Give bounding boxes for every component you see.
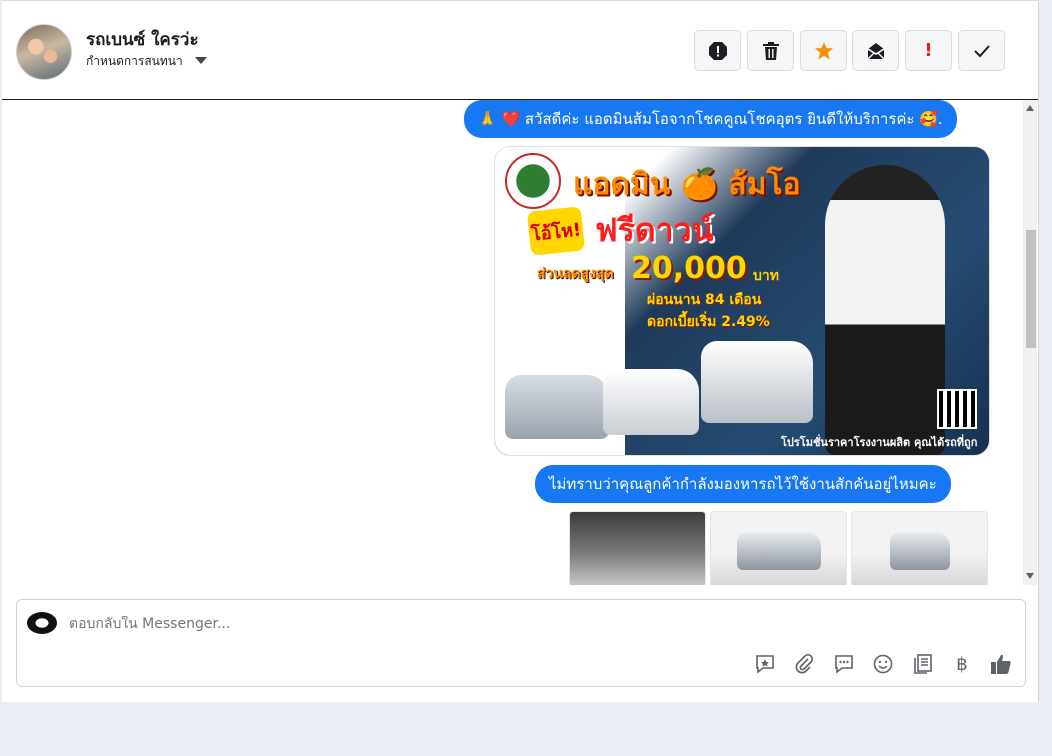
mark-done-button[interactable] xyxy=(958,30,1005,71)
scroll-up-arrow[interactable] xyxy=(1026,105,1034,111)
message-bubble-question[interactable]: ไม่ทราบว่าคุณลูกค้ากำลังมองหารถไว้ใช้งาน… xyxy=(535,465,951,503)
promo-installment: ผ่อนนาน 84 เดือน xyxy=(647,292,762,308)
message-bubble-greeting[interactable]: 🙏 ❤️ สวัสดีค่ะ แอดมินส้มโอจากโชคคูณโชคอุ… xyxy=(464,100,957,138)
mail-read-icon xyxy=(867,42,884,59)
promo-discount-amount: 20,000 xyxy=(631,251,747,286)
message-list[interactable]: 🙏 ❤️ สวัสดีค่ะ แอดมินส้มโอจากโชคคูณโชคอุ… xyxy=(2,100,1038,585)
emoji-icon[interactable] xyxy=(871,652,895,676)
like-icon[interactable] xyxy=(989,652,1013,676)
dealer-logo xyxy=(505,153,561,209)
car-photo-engine[interactable] xyxy=(569,511,706,585)
flag-important-button[interactable]: ! xyxy=(905,30,952,71)
promo-person xyxy=(825,165,945,455)
check-icon xyxy=(973,44,990,57)
promo-discount-unit: บาท xyxy=(753,268,779,284)
promo-sale: ฟรีดาวน์ xyxy=(595,211,714,249)
scroll-thumb[interactable] xyxy=(1026,230,1036,348)
baht-icon[interactable]: ฿ xyxy=(950,652,974,676)
trash-icon xyxy=(762,41,779,60)
star-button[interactable] xyxy=(800,30,847,71)
star-icon xyxy=(814,41,833,59)
qr-code xyxy=(937,389,977,429)
promo-car-cargo xyxy=(701,341,813,423)
message-scrollbar[interactable] xyxy=(1023,100,1037,585)
quick-reply-icon[interactable] xyxy=(832,652,856,676)
conversation-header: รถเบนซ์ ใครว่ะ กำหนดการสนทนา ! xyxy=(2,0,1038,100)
promo-footer: โปรโมชั่นราคาโรงงานผลิต คุณได้รถที่ถูกกว… xyxy=(781,436,978,455)
promo-car-pickup xyxy=(603,369,699,435)
exclamation-icon: ! xyxy=(924,40,933,61)
chevron-down-icon[interactable] xyxy=(195,57,207,64)
scroll-down-arrow[interactable] xyxy=(1026,573,1034,579)
page-avatar xyxy=(27,612,57,634)
promo-headline: แอดมิน 🍊 ส้มโอ xyxy=(573,167,801,202)
car-photo-side[interactable] xyxy=(710,511,847,585)
conversation-panel: รถเบนซ์ ใครว่ะ กำหนดการสนทนา ! 🙏 ❤️ สวัส… xyxy=(2,0,1039,702)
saved-reply-icon[interactable] xyxy=(753,652,777,676)
conversation-settings-link[interactable]: กำหนดการสนทนา xyxy=(86,52,183,71)
promo-image[interactable]: แอดมิน 🍊 ส้มโอ โอ้โห! ฟรีดาวน์ ส่วนลดสูง… xyxy=(494,146,990,456)
contact-avatar[interactable] xyxy=(16,24,72,80)
report-icon xyxy=(708,41,727,60)
promo-badge: โอ้โห! xyxy=(526,206,586,256)
mark-unread-button[interactable] xyxy=(852,30,899,71)
delete-button[interactable] xyxy=(747,30,794,71)
promo-car-sedan xyxy=(505,375,609,439)
reply-input[interactable] xyxy=(69,616,669,632)
notes-icon[interactable] xyxy=(911,652,935,676)
attachment-icon[interactable] xyxy=(792,652,816,676)
promo-interest: ดอกเบี้ยเริ่ม 2.49% xyxy=(647,314,770,330)
contact-name[interactable]: รถเบนซ์ ใครว่ะ xyxy=(86,26,199,53)
car-photo-front[interactable] xyxy=(851,511,988,585)
promo-discount-label: ส่วนลดสูงสุด xyxy=(537,266,614,282)
report-spam-button[interactable] xyxy=(694,30,741,71)
reply-composer[interactable]: ฿ xyxy=(16,599,1026,687)
